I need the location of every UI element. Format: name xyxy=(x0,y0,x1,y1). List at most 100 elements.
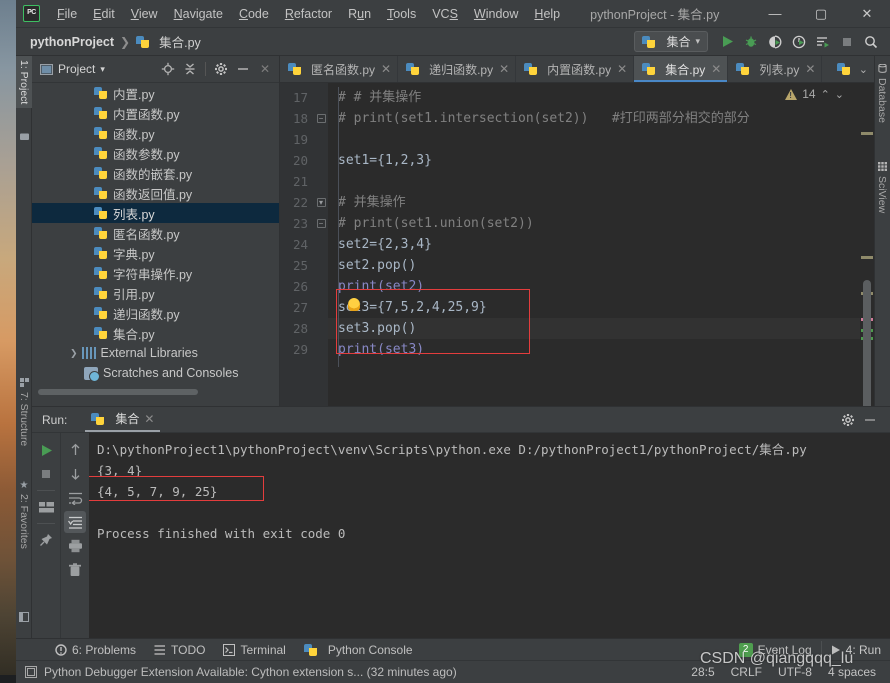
minimize-button[interactable]: — xyxy=(752,0,798,28)
up-arrow-button[interactable] xyxy=(64,439,86,461)
menu-view[interactable]: View xyxy=(123,3,166,25)
close-icon[interactable]: ✕ xyxy=(805,62,815,76)
code-line-28[interactable]: set3.pop() xyxy=(328,318,874,339)
menu-refactor[interactable]: Refactor xyxy=(277,3,340,25)
run-console-output[interactable]: D:\pythonProject1\pythonProject\venv\Scr… xyxy=(89,433,890,638)
tree-item-hanshu[interactable]: 函数.py xyxy=(32,123,279,143)
code-line-23[interactable]: # print(set1.union(set2)) xyxy=(328,213,874,234)
stop-button[interactable] xyxy=(35,463,57,485)
tree-item-yinyong[interactable]: 引用.py xyxy=(32,283,279,303)
line-separator[interactable]: CRLF xyxy=(731,665,762,679)
previous-warning-icon[interactable]: ⌃ xyxy=(821,88,830,101)
close-icon[interactable]: ✕ xyxy=(144,412,154,426)
profile-button[interactable] xyxy=(788,31,810,52)
caret-position[interactable]: 28:5 xyxy=(691,665,714,679)
tree-item-neizhi[interactable]: 内置.py xyxy=(32,83,279,103)
settings-gear-icon[interactable] xyxy=(211,59,231,79)
sidebar-item-structure[interactable]: 7: Structure xyxy=(16,374,32,450)
tree-item-zidian[interactable]: 字典.py xyxy=(32,243,279,263)
stop-button[interactable] xyxy=(836,31,858,52)
code-folding-gutter[interactable]: − ▾ − xyxy=(314,83,328,406)
hide-panel-icon[interactable] xyxy=(860,410,880,430)
print-button[interactable] xyxy=(64,535,86,557)
down-arrow-button[interactable] xyxy=(64,463,86,485)
menu-tools[interactable]: Tools xyxy=(379,3,424,25)
tree-item-scratches-and-consoles[interactable]: Scratches and Consoles xyxy=(32,363,279,383)
pin-tab-button[interactable] xyxy=(35,529,57,551)
menu-help[interactable]: Help xyxy=(526,3,568,25)
editor-tab-diguihanshu[interactable]: 递归函数.py ✕ xyxy=(398,56,516,82)
run-with-console-button[interactable] xyxy=(812,31,834,52)
tree-item-external-libraries[interactable]: ❯ External Libraries xyxy=(32,343,279,363)
project-file-tree[interactable]: 内置.py 内置函数.py 函数.py 函数参数.py 函数的嵌套.py 函数返… xyxy=(32,83,279,396)
code-line-19[interactable] xyxy=(328,129,874,150)
menu-navigate[interactable]: Navigate xyxy=(166,3,231,25)
fold-collapse-icon[interactable]: − xyxy=(317,219,326,228)
menu-run[interactable]: Run xyxy=(340,3,379,25)
tree-item-diguihanshu[interactable]: 递归函数.py xyxy=(32,303,279,323)
chevron-right-icon[interactable]: ❯ xyxy=(70,348,78,359)
settings-gear-icon[interactable] xyxy=(838,410,858,430)
close-icon[interactable]: ✕ xyxy=(381,62,391,76)
code-line-24[interactable]: set2={2,3,4} xyxy=(328,234,874,255)
locate-file-icon[interactable] xyxy=(158,59,178,79)
restore-layout-button[interactable] xyxy=(35,496,57,518)
code-line-27[interactable]: set3={7,5,2,4,25,9} xyxy=(328,297,874,318)
search-everywhere-icon[interactable] xyxy=(860,31,882,52)
run-coverage-button[interactable] xyxy=(764,31,786,52)
hide-panel-icon[interactable] xyxy=(233,59,253,79)
inspection-status[interactable]: 14 ⌃ ⌄ xyxy=(785,87,844,101)
project-tree-horizontal-scrollbar[interactable] xyxy=(38,389,198,395)
tree-item-jihe[interactable]: 集合.py xyxy=(32,323,279,343)
editor-tab-jihe[interactable]: 集合.py ✕ xyxy=(634,56,728,82)
tree-item-hanshucanshu[interactable]: 函数参数.py xyxy=(32,143,279,163)
code-line-26[interactable]: print(set2) xyxy=(328,276,874,297)
code-line-21[interactable] xyxy=(328,171,874,192)
close-panel-icon[interactable]: ✕ xyxy=(255,59,275,79)
menu-vcs[interactable]: VCS xyxy=(424,3,466,25)
editor-tab-nimingshanshu[interactable]: 匿名函数.py ✕ xyxy=(280,56,398,82)
code-line-29[interactable]: print(set3) xyxy=(328,339,874,360)
collapse-all-icon[interactable] xyxy=(180,59,200,79)
tree-item-hanshufanhuizhi[interactable]: 函数返回值.py xyxy=(32,183,279,203)
close-icon[interactable]: ✕ xyxy=(499,62,509,76)
bottom-tab-event-log[interactable]: 2 Event Log xyxy=(730,641,821,659)
clear-all-button[interactable] xyxy=(64,559,86,581)
menu-window[interactable]: Window xyxy=(466,3,526,25)
bottom-tab-todo[interactable]: TODO xyxy=(145,641,214,659)
debug-button[interactable] xyxy=(740,31,762,52)
scroll-to-end-button[interactable] xyxy=(64,511,86,533)
editor-scrollbar[interactable] xyxy=(860,110,874,406)
close-icon[interactable]: ✕ xyxy=(711,62,721,76)
bottom-tab-python-console[interactable]: Python Console xyxy=(295,641,422,659)
run-button[interactable] xyxy=(716,31,738,52)
menu-edit[interactable]: Edit xyxy=(85,3,123,25)
bottom-tab-problems[interactable]: 6: Problems xyxy=(46,641,145,659)
chevron-down-icon[interactable]: ⌄ xyxy=(859,63,868,76)
project-panel-title[interactable]: Project ▾ xyxy=(40,62,105,76)
code-editor[interactable]: 17 18 19 20 21 22 23 24 25 26 27 28 29 − xyxy=(280,83,874,406)
next-warning-icon[interactable]: ⌄ xyxy=(835,88,844,101)
run-tab-jihe[interactable]: 集合 ✕ xyxy=(85,407,160,432)
editor-tab-overflow[interactable]: ⌄ xyxy=(831,56,874,82)
tree-item-zifuchuancaozuo[interactable]: 字符串操作.py xyxy=(32,263,279,283)
tree-item-nimingshanshu[interactable]: 匿名函数.py xyxy=(32,223,279,243)
close-button[interactable]: ✕ xyxy=(844,0,890,28)
editor-scrollbar-thumb[interactable] xyxy=(863,280,871,406)
menu-file[interactable]: File xyxy=(49,3,85,25)
fold-collapse-icon[interactable]: − xyxy=(317,114,326,123)
sidebar-item-project[interactable]: 1: Project xyxy=(16,56,32,108)
soft-wrap-button[interactable] xyxy=(64,487,86,509)
tree-item-hanshuqiantao[interactable]: 函数的嵌套.py xyxy=(32,163,279,183)
breadcrumb-project[interactable]: pythonProject xyxy=(30,35,114,49)
breadcrumb-file[interactable]: 集合.py xyxy=(136,32,201,51)
status-message[interactable]: Python Debugger Extension Available: Cyt… xyxy=(44,665,457,679)
editor-tab-liebiao[interactable]: 列表.py ✕ xyxy=(728,56,822,82)
code-text-area[interactable]: # # 并集操作 # print(set1.intersection(set2)… xyxy=(328,83,874,406)
editor-tab-neizhihanshu[interactable]: 内置函数.py ✕ xyxy=(516,56,634,82)
rerun-button[interactable] xyxy=(35,439,57,461)
close-icon[interactable]: ✕ xyxy=(617,62,627,76)
code-line-18[interactable]: # print(set1.intersection(set2)) #打印两部分相… xyxy=(328,108,874,129)
code-line-20[interactable]: set1={1,2,3} xyxy=(328,150,874,171)
indent-setting[interactable]: 4 spaces xyxy=(828,665,876,679)
